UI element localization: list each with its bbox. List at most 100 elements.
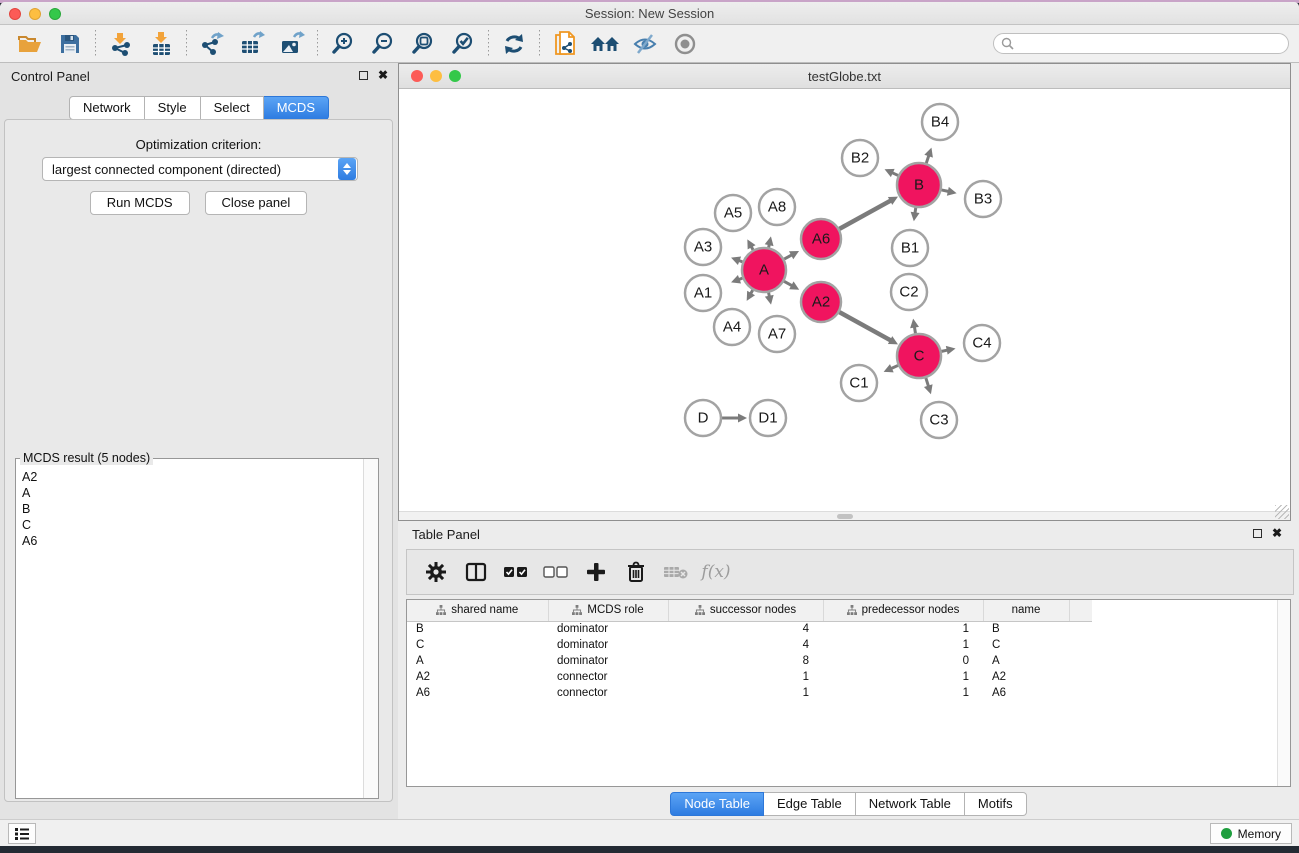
graph-node-A5[interactable]: A5 bbox=[715, 195, 751, 231]
open-session-button[interactable] bbox=[10, 29, 50, 59]
tab-edge-table[interactable]: Edge Table bbox=[764, 792, 856, 816]
graph-node-B[interactable]: B bbox=[897, 163, 941, 207]
table-row-c[interactable]: Cdominator41C bbox=[407, 637, 1092, 653]
graph-node-C2[interactable]: C2 bbox=[891, 274, 927, 310]
import-network-button[interactable] bbox=[101, 29, 141, 59]
table-cell[interactable]: dominator bbox=[548, 637, 668, 653]
graph-edge-A-A7[interactable] bbox=[765, 293, 774, 305]
table-row-b[interactable]: Bdominator41B bbox=[407, 621, 1092, 637]
result-item-b[interactable]: B bbox=[22, 501, 363, 517]
graph-node-C4[interactable]: C4 bbox=[964, 325, 1000, 361]
table-cell[interactable]: 1 bbox=[823, 685, 983, 701]
table-cell[interactable]: 1 bbox=[668, 685, 823, 701]
tab-network-table[interactable]: Network Table bbox=[856, 792, 965, 816]
table-cell[interactable]: B bbox=[407, 621, 548, 637]
graph-node-A1[interactable]: A1 bbox=[685, 275, 721, 311]
task-history-button[interactable] bbox=[8, 823, 36, 844]
graph-edge-B-B2[interactable] bbox=[885, 169, 899, 177]
close-window-button[interactable] bbox=[9, 8, 21, 20]
graph-node-A3[interactable]: A3 bbox=[685, 229, 721, 265]
table-cell[interactable]: connector bbox=[548, 669, 668, 685]
graph-edge-A-A4[interactable] bbox=[747, 290, 755, 301]
zoom-in-button[interactable] bbox=[323, 29, 363, 59]
column-header-predecessor-nodes[interactable]: predecessor nodes bbox=[823, 600, 983, 621]
table-cell[interactable]: 0 bbox=[823, 653, 983, 669]
graph-edge-C-C2[interactable] bbox=[910, 319, 919, 334]
graph-node-A6[interactable]: A6 bbox=[801, 219, 841, 259]
table-cell[interactable]: 4 bbox=[668, 637, 823, 653]
graph-node-A8[interactable]: A8 bbox=[759, 189, 795, 225]
result-item-a[interactable]: A bbox=[22, 485, 363, 501]
close-table-panel-icon[interactable]: ✖ bbox=[1272, 526, 1282, 540]
float-panel-icon[interactable] bbox=[359, 71, 368, 80]
clone-network-button[interactable] bbox=[545, 29, 585, 59]
column-header-shared-name[interactable]: shared name bbox=[407, 600, 548, 621]
hide-graphics-details-button[interactable] bbox=[625, 29, 665, 59]
graph-edge-C-C4[interactable] bbox=[942, 346, 956, 355]
close-network-view-button[interactable] bbox=[411, 70, 423, 82]
table-cell[interactable]: C bbox=[407, 637, 548, 653]
search-input[interactable] bbox=[993, 33, 1289, 54]
graph-node-A7[interactable]: A7 bbox=[759, 316, 795, 352]
zoom-fit-button[interactable] bbox=[403, 29, 443, 59]
graph-edge-B-B3[interactable] bbox=[941, 187, 956, 196]
graph-edge-A-A5[interactable] bbox=[747, 239, 755, 249]
table-cell[interactable]: C bbox=[983, 637, 1069, 653]
graph-node-A4[interactable]: A4 bbox=[714, 309, 750, 345]
export-network-button[interactable] bbox=[192, 29, 232, 59]
network-canvas[interactable]: B4B2BB3A8A5A6B1A3AA1C2A2A4A7C4CC1C3DD1 bbox=[399, 89, 1290, 510]
graph-edge-A-A2[interactable] bbox=[784, 281, 799, 290]
graph-node-D[interactable]: D bbox=[685, 400, 721, 436]
table-cell[interactable]: B bbox=[983, 621, 1069, 637]
table-cell[interactable]: 1 bbox=[668, 669, 823, 685]
table-cell[interactable]: 8 bbox=[668, 653, 823, 669]
close-panel-button[interactable]: Close panel bbox=[205, 191, 308, 215]
select-all-button[interactable] bbox=[503, 559, 529, 585]
network-horizontal-scrollbar[interactable] bbox=[399, 511, 1290, 520]
optimization-criterion-select[interactable]: largest connected component (directed) bbox=[42, 157, 358, 181]
export-image-button[interactable] bbox=[272, 29, 312, 59]
column-visibility-button[interactable] bbox=[463, 559, 489, 585]
delete-column-button[interactable] bbox=[623, 559, 649, 585]
tab-motifs[interactable]: Motifs bbox=[965, 792, 1027, 816]
scrollbar-thumb[interactable] bbox=[837, 514, 853, 519]
tab-mcds[interactable]: MCDS bbox=[264, 96, 329, 120]
column-header-name[interactable]: name bbox=[983, 600, 1069, 621]
table-row-a2[interactable]: A2connector11A2 bbox=[407, 669, 1092, 685]
graph-node-C3[interactable]: C3 bbox=[921, 402, 957, 438]
table-settings-button[interactable] bbox=[423, 559, 449, 585]
refresh-button[interactable] bbox=[494, 29, 534, 59]
zoom-out-button[interactable] bbox=[363, 29, 403, 59]
graph-node-B3[interactable]: B3 bbox=[965, 181, 1001, 217]
run-mcds-button[interactable]: Run MCDS bbox=[90, 191, 190, 215]
table-cell[interactable]: 1 bbox=[823, 669, 983, 685]
zoom-selected-button[interactable] bbox=[443, 29, 483, 59]
zoom-window-button[interactable] bbox=[49, 8, 61, 20]
graph-node-B1[interactable]: B1 bbox=[892, 230, 928, 266]
table-cell[interactable]: 4 bbox=[668, 621, 823, 637]
graph-edge-A-A6[interactable] bbox=[784, 251, 799, 259]
result-item-c[interactable]: C bbox=[22, 517, 363, 533]
graph-edge-D-D1[interactable] bbox=[722, 414, 747, 423]
result-item-a2[interactable]: A2 bbox=[22, 469, 363, 485]
graph-node-A2[interactable]: A2 bbox=[801, 282, 841, 322]
deselect-all-button[interactable] bbox=[543, 559, 569, 585]
table-cell[interactable]: A6 bbox=[407, 685, 548, 701]
table-cell[interactable]: A6 bbox=[983, 685, 1069, 701]
table-cell[interactable]: 1 bbox=[823, 621, 983, 637]
float-table-panel-icon[interactable] bbox=[1253, 529, 1262, 538]
result-list-scrollbar[interactable] bbox=[363, 459, 378, 798]
graph-edge-A2-C[interactable] bbox=[839, 312, 898, 344]
show-graphics-details-button[interactable] bbox=[665, 29, 705, 59]
column-header-MCDS-role[interactable]: MCDS role bbox=[548, 600, 668, 621]
table-cell[interactable]: 1 bbox=[823, 637, 983, 653]
graph-node-D1[interactable]: D1 bbox=[750, 400, 786, 436]
tab-node-table[interactable]: Node Table bbox=[670, 792, 764, 816]
window-resize-grip-icon[interactable] bbox=[1275, 505, 1289, 519]
table-cell[interactable]: dominator bbox=[548, 653, 668, 669]
table-cell[interactable]: A bbox=[983, 653, 1069, 669]
column-header-successor-nodes[interactable]: successor nodes bbox=[668, 600, 823, 621]
save-session-button[interactable] bbox=[50, 29, 90, 59]
table-cell[interactable]: A2 bbox=[983, 669, 1069, 685]
graph-node-C[interactable]: C bbox=[897, 334, 941, 378]
